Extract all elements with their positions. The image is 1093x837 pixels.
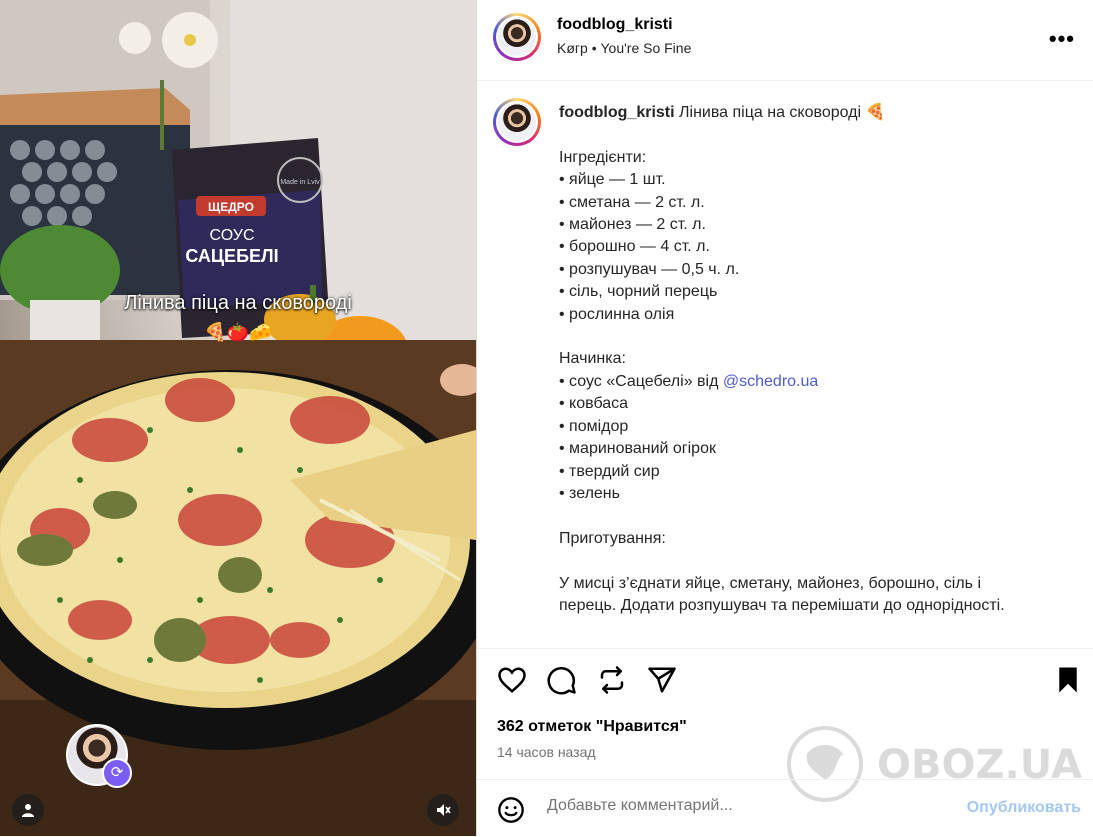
caption-avatar[interactable] bbox=[493, 98, 541, 146]
prep-line: перець. Додати розпушувач та перемішати … bbox=[559, 596, 1005, 614]
post-header: foodblog_kristi Køгр • You're So Fine ••… bbox=[477, 0, 1093, 81]
caption-title: Лінива піца на сковороді 🍕 bbox=[679, 104, 886, 121]
prep-line: У мисці з’єднати яйце, сметану, майонез,… bbox=[559, 574, 981, 592]
video-overlay-emoji: 🍕🍅🧀 bbox=[204, 322, 272, 342]
video-overlay-caption: Лінива піца на сковороді bbox=[124, 292, 352, 314]
package-name: САЦЕБЕЛІ bbox=[185, 246, 278, 266]
filling-heading: Начинка: bbox=[559, 350, 626, 368]
more-options-icon[interactable]: ••• bbox=[1049, 26, 1075, 52]
ingredient-item: • сіль, чорний перець bbox=[559, 283, 718, 301]
ingredient-item: • майонез — 2 ст. л. bbox=[559, 216, 706, 234]
remix-icon: ⟳ bbox=[102, 758, 132, 788]
pizza-scene: ЩЕДРО СОУС САЦЕБЕЛІ Made in Lviv bbox=[0, 0, 476, 836]
package-type: СОУС bbox=[209, 227, 254, 244]
audio-track: You're So Fine bbox=[600, 40, 692, 56]
audio-info[interactable]: Køгр • You're So Fine bbox=[557, 40, 691, 56]
comment-input[interactable] bbox=[547, 797, 927, 815]
package-brand: ЩЕДРО bbox=[208, 200, 254, 214]
heart-icon[interactable] bbox=[497, 665, 527, 695]
prep-heading: Приготування: bbox=[559, 529, 666, 547]
post-timestamp[interactable]: 14 часов назад bbox=[497, 744, 596, 760]
mention-link[interactable]: @schedro.ua bbox=[723, 373, 818, 390]
speaker-muted-icon bbox=[437, 804, 451, 816]
caption-scroll-area[interactable]: foodblog_kristi Лінива піца на сковороді… bbox=[477, 80, 1093, 648]
caption-username[interactable]: foodblog_kristi bbox=[559, 104, 675, 121]
ingredient-item: • яйце — 1 шт. bbox=[559, 171, 666, 189]
ingredient-item: • сметана — 2 ст. л. bbox=[559, 193, 705, 211]
filling-item: • соус «Сацебелі» від bbox=[559, 372, 723, 390]
comment-bar: Опубликовать bbox=[477, 779, 1093, 837]
filling-item: • ковбаса bbox=[559, 395, 629, 413]
audio-artist: Køгр bbox=[557, 40, 588, 56]
filling-item: • зелень bbox=[559, 484, 620, 502]
post-panel: foodblog_kristi Køгр • You're So Fine ••… bbox=[476, 0, 1093, 836]
caption-text: foodblog_kristi Лінива піца на сковороді… bbox=[559, 102, 1079, 617]
bookmark-icon[interactable] bbox=[1053, 665, 1083, 695]
ingredients-heading: Інгредієнти: bbox=[559, 148, 647, 166]
header-username[interactable]: foodblog_kristi bbox=[557, 16, 691, 34]
action-bar bbox=[477, 648, 1093, 719]
share-icon[interactable] bbox=[647, 665, 677, 695]
package-stamp: Made in Lviv bbox=[280, 179, 320, 186]
reel-video[interactable]: ЩЕДРО СОУС САЦЕБЕЛІ Made in Lviv Лінива … bbox=[0, 0, 476, 836]
likes-count[interactable]: 362 отметок "Нравится" bbox=[497, 718, 687, 736]
header-avatar[interactable] bbox=[493, 13, 541, 61]
tagged-user-button[interactable] bbox=[12, 794, 44, 826]
emoji-icon[interactable] bbox=[497, 796, 525, 824]
ingredient-item: • борошно — 4 ст. л. bbox=[559, 238, 710, 256]
ingredient-item: • розпушувач — 0,5 ч. л. bbox=[559, 260, 740, 278]
audio-separator: • bbox=[591, 40, 597, 56]
ingredient-item: • рослинна олія bbox=[559, 305, 675, 323]
user-icon bbox=[22, 804, 34, 817]
mute-button[interactable] bbox=[427, 794, 459, 826]
filling-item: • твердий сир bbox=[559, 462, 660, 480]
post-comment-button[interactable]: Опубликовать bbox=[967, 799, 1081, 817]
comment-icon[interactable] bbox=[547, 665, 577, 695]
filling-item: • помідор bbox=[559, 417, 629, 435]
repost-icon[interactable] bbox=[597, 665, 627, 695]
filling-item: • маринований огірок bbox=[559, 440, 716, 458]
